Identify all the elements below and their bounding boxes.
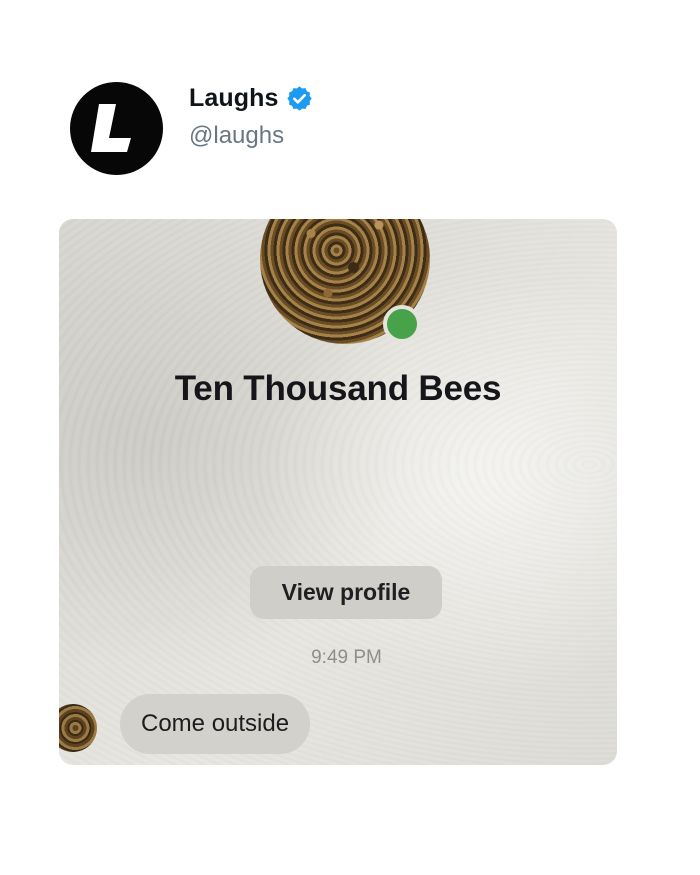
message-sender-avatar [59, 704, 97, 752]
account-avatar[interactable] [70, 81, 163, 175]
online-status-dot-icon [383, 305, 421, 343]
attached-photo[interactable]: Ten Thousand Bees View profile 9:49 PM C… [59, 219, 617, 765]
verified-badge-icon [286, 85, 313, 112]
message-timestamp: 9:49 PM [311, 647, 382, 668]
tweet-header: Laughs @laughs [70, 80, 313, 176]
view-profile-button: View profile [250, 566, 442, 619]
account-handle[interactable]: @laughs [189, 122, 313, 150]
laughs-logo-icon [90, 104, 131, 152]
account-identity: Laughs @laughs [189, 84, 313, 150]
name-row: Laughs [189, 84, 313, 113]
message-bubble: Come outside [120, 694, 311, 754]
contact-name: Ten Thousand Bees [174, 369, 502, 408]
display-name[interactable]: Laughs [189, 84, 279, 113]
tweet-page: Laughs @laughs Ten Thousand Bees View pr… [0, 0, 700, 875]
